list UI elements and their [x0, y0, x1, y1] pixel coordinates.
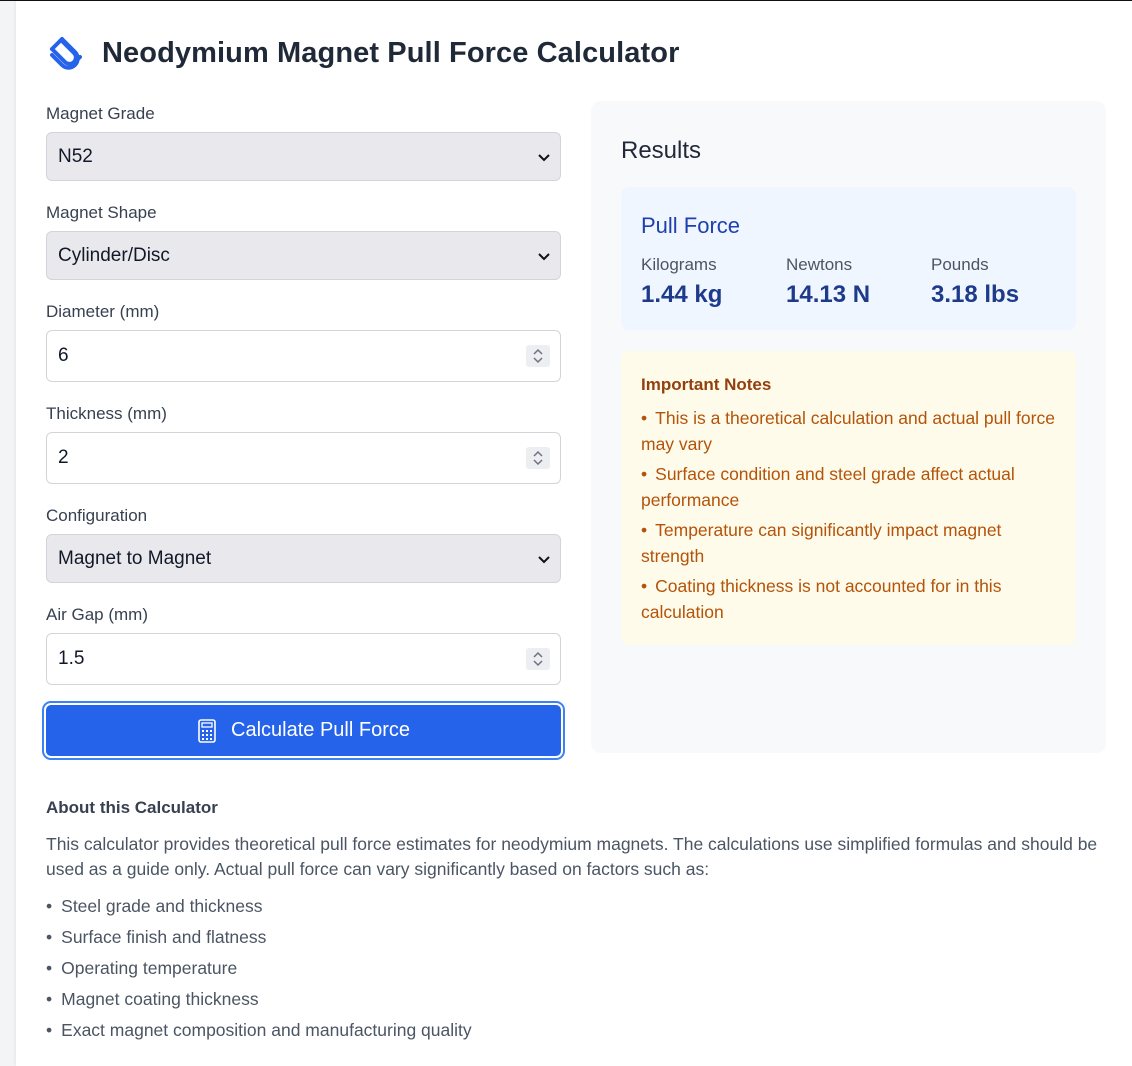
grade-label: Magnet Grade: [46, 104, 155, 123]
about-list-item: Exact magnet composition and manufacturi…: [46, 1015, 1106, 1046]
note-item: This is a theoretical calculation and ac…: [641, 405, 1056, 457]
configuration-select[interactable]: Magnet to Magnet: [46, 534, 561, 583]
note-item: Coating thickness is not accounted for i…: [641, 573, 1056, 625]
grade-select[interactable]: N52: [46, 132, 561, 181]
configuration-value: Magnet to Magnet: [58, 547, 212, 569]
newtons-label: Newtons: [786, 255, 853, 274]
kilograms-label: Kilograms: [641, 255, 717, 274]
about-list-item: Operating temperature: [46, 953, 1106, 984]
page-header: Neodymium Magnet Pull Force Calculator: [46, 31, 679, 75]
results-heading: Results: [621, 137, 702, 164]
calculator-card: Neodymium Magnet Pull Force Calculator M…: [16, 1, 1132, 1066]
pounds-result: Pounds 3.18 lbs: [931, 255, 1019, 309]
thickness-label: Thickness (mm): [46, 404, 167, 423]
magnet-icon: [50, 37, 82, 70]
diameter-value: 6: [58, 345, 69, 366]
kilograms-value: 1.44 kg: [641, 281, 723, 308]
newtons-value: 14.13 N: [786, 281, 871, 308]
stepper-arrows-icon: [533, 450, 543, 466]
about-title: About this Calculator: [46, 798, 218, 817]
stepper-arrows-icon: [533, 348, 543, 364]
kilograms-result: Kilograms 1.44 kg: [641, 255, 722, 309]
shape-label: Magnet Shape: [46, 203, 157, 222]
about-list-item: Magnet coating thickness: [46, 984, 1106, 1015]
thickness-input[interactable]: 2: [46, 432, 561, 484]
newtons-result: Newtons 14.13 N: [786, 255, 870, 309]
page-title: Neodymium Magnet Pull Force Calculator: [102, 36, 680, 69]
air-gap-value: 1.5: [58, 648, 85, 669]
pounds-value: 3.18 lbs: [931, 281, 1020, 308]
calculate-button[interactable]: Calculate Pull Force: [42, 701, 565, 760]
calculator-icon: [198, 718, 216, 743]
chevron-down-icon: [538, 154, 550, 162]
air-gap-label: Air Gap (mm): [46, 605, 148, 624]
pull-force-box: Pull Force Kilograms 1.44 kg Newtons 14.…: [621, 187, 1076, 330]
grade-value: N52: [58, 145, 93, 167]
notes-title: Important Notes: [641, 375, 772, 394]
important-notes: Important Notes This is a theoretical ca…: [621, 351, 1076, 645]
about-section: About this Calculator This calculator pr…: [46, 798, 1106, 1046]
about-list-item: Surface finish and flatness: [46, 922, 1106, 953]
thickness-stepper[interactable]: [526, 447, 550, 469]
pull-force-title: Pull Force: [641, 213, 741, 238]
stepper-arrows-icon: [533, 651, 543, 667]
thickness-value: 2: [58, 447, 69, 468]
configuration-label: Configuration: [46, 506, 148, 525]
results-panel: Results Pull Force Kilograms 1.44 kg New…: [591, 101, 1106, 753]
diameter-label: Diameter (mm): [46, 302, 160, 321]
pounds-label: Pounds: [931, 255, 989, 274]
shape-value: Cylinder/Disc: [58, 244, 170, 266]
diameter-stepper[interactable]: [526, 345, 550, 367]
chevron-down-icon: [538, 556, 550, 564]
shape-select[interactable]: Cylinder/Disc: [46, 231, 561, 280]
air-gap-input[interactable]: 1.5: [46, 633, 561, 685]
about-list-item: Steel grade and thickness: [46, 891, 1106, 922]
note-item: Surface condition and steel grade affect…: [641, 461, 1056, 513]
chevron-down-icon: [538, 253, 550, 261]
calculate-button-label: Calculate Pull Force: [231, 719, 410, 741]
air-gap-stepper[interactable]: [526, 648, 550, 670]
about-text: This calculator provides theoretical pul…: [46, 834, 1098, 879]
note-item: Temperature can significantly impact mag…: [641, 517, 1056, 569]
diameter-input[interactable]: 6: [46, 330, 561, 382]
input-form: Magnet Grade N52 Magnet Shape Cylinder/D…: [42, 103, 565, 760]
